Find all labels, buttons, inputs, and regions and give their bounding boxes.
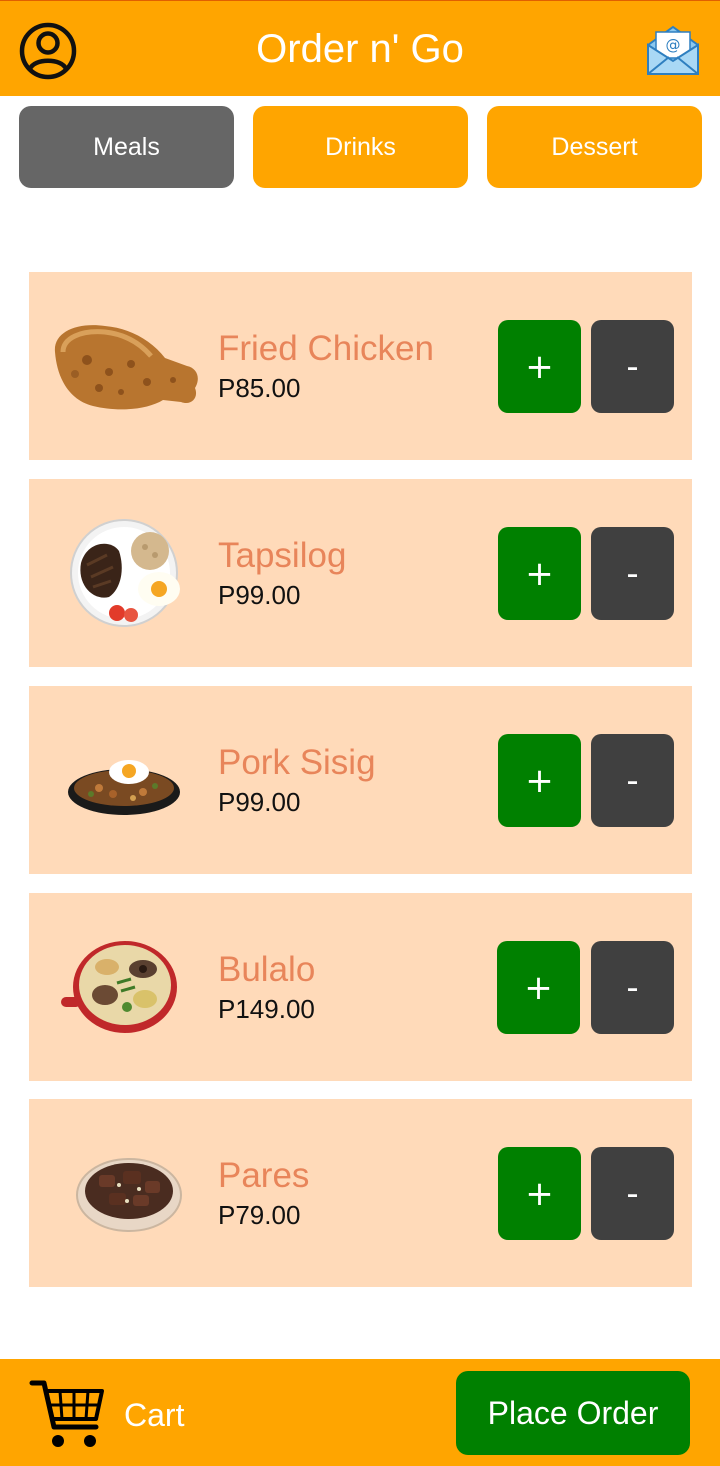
add-item-button[interactable]: + xyxy=(498,527,581,620)
item-name: Tapsilog xyxy=(218,536,347,575)
add-item-button[interactable]: + xyxy=(498,320,581,413)
app-title: Order n' Go xyxy=(256,27,464,71)
menu-item-card: Bulalo P149.00 + - xyxy=(29,893,692,1081)
remove-item-button[interactable]: - xyxy=(591,1147,674,1240)
menu-item-card: Tapsilog P99.00 + - xyxy=(29,479,692,667)
add-item-button[interactable]: + xyxy=(498,1147,581,1240)
app-header: Order n' Go @ xyxy=(0,0,720,96)
add-item-button[interactable]: + xyxy=(497,941,580,1034)
remove-item-button[interactable]: - xyxy=(591,734,674,827)
item-price: P85.00 xyxy=(218,373,301,403)
item-name: Pares xyxy=(218,1156,310,1195)
envelope-at-icon: @ xyxy=(647,25,699,75)
item-price: P99.00 xyxy=(218,787,301,817)
tapsilog-image xyxy=(70,519,180,627)
sisig-image xyxy=(68,760,180,815)
item-name: Pork Sisig xyxy=(218,743,376,782)
shopping-cart-icon xyxy=(29,1380,104,1447)
menu-item-card: Pares P79.00 + - xyxy=(29,1099,692,1287)
tab-drinks[interactable]: Drinks xyxy=(253,106,468,188)
menu-item-card: Pork Sisig P99.00 + - xyxy=(29,686,692,874)
add-item-button[interactable]: + xyxy=(498,734,581,827)
cart-label: Cart xyxy=(124,1397,185,1433)
item-price: P99.00 xyxy=(218,580,301,610)
fried-chicken-image xyxy=(54,325,198,410)
mail-button[interactable]: @ xyxy=(645,23,701,77)
bulalo-image xyxy=(61,941,177,1033)
item-name: Bulalo xyxy=(218,950,316,989)
cart-button[interactable]: Cart xyxy=(28,1375,228,1453)
item-price: P79.00 xyxy=(218,1200,301,1230)
menu-item-card: Fried Chicken P85.00 + - xyxy=(29,272,692,460)
bottom-bar: Cart Place Order xyxy=(0,1359,720,1466)
tab-dessert[interactable]: Dessert xyxy=(487,106,702,188)
remove-item-button[interactable]: - xyxy=(591,527,674,620)
place-order-button[interactable]: Place Order xyxy=(456,1371,690,1455)
remove-item-button[interactable]: - xyxy=(591,941,674,1034)
item-price: P149.00 xyxy=(218,994,315,1024)
remove-item-button[interactable]: - xyxy=(591,320,674,413)
item-name: Fried Chicken xyxy=(218,329,434,368)
svg-text:@: @ xyxy=(666,36,681,54)
pares-image xyxy=(76,1158,182,1232)
tab-meals[interactable]: Meals xyxy=(19,106,234,188)
